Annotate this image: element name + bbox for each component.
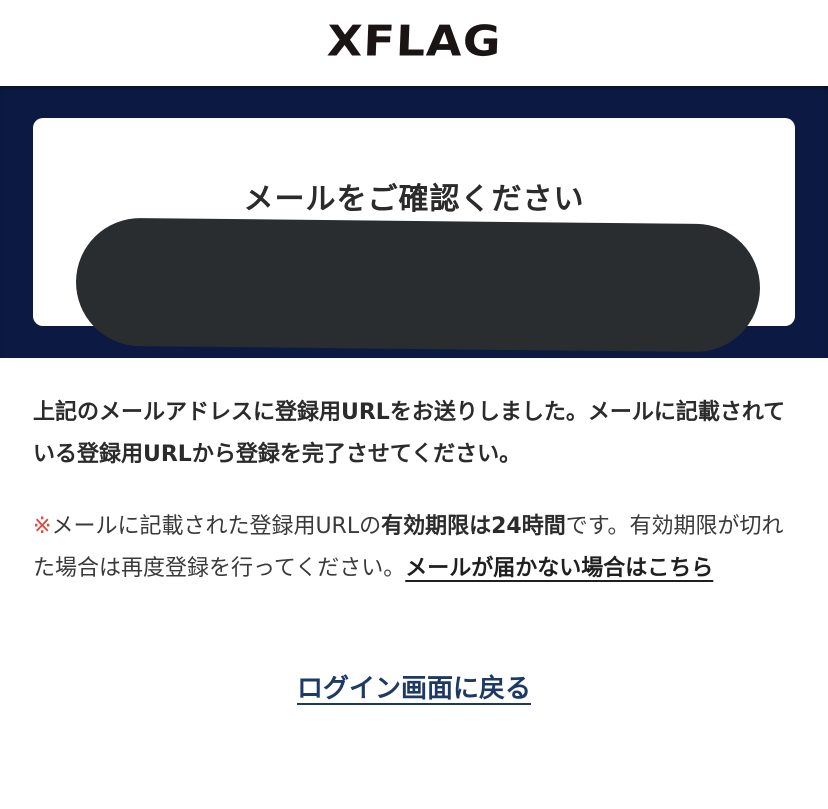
notice-text-a: メールに記載された登録用URLの bbox=[51, 514, 382, 539]
header: XFLAG bbox=[0, 0, 828, 86]
back-to-login-link[interactable]: ログイン画面に戻る bbox=[297, 674, 531, 704]
card-title: メールをご確認ください bbox=[243, 182, 585, 217]
back-link-row: ログイン画面に戻る bbox=[0, 668, 828, 705]
redacted-email bbox=[75, 217, 761, 353]
xflag-logo: XFLAG bbox=[325, 16, 503, 66]
mail-not-received-link[interactable]: メールが届かない場合はこちら bbox=[405, 556, 713, 581]
sent-message: 上記のメールアドレスに登録用URLをお送りしました。メールに記載されている登録用… bbox=[33, 400, 786, 467]
expiry-notice: ※メールに記載された登録用URLの有効期限は24時間です。有効期限が切れた場合は… bbox=[33, 506, 793, 590]
notice-mark: ※ bbox=[33, 514, 52, 539]
notice-emphasis: 有効期限は24時間 bbox=[381, 514, 566, 539]
